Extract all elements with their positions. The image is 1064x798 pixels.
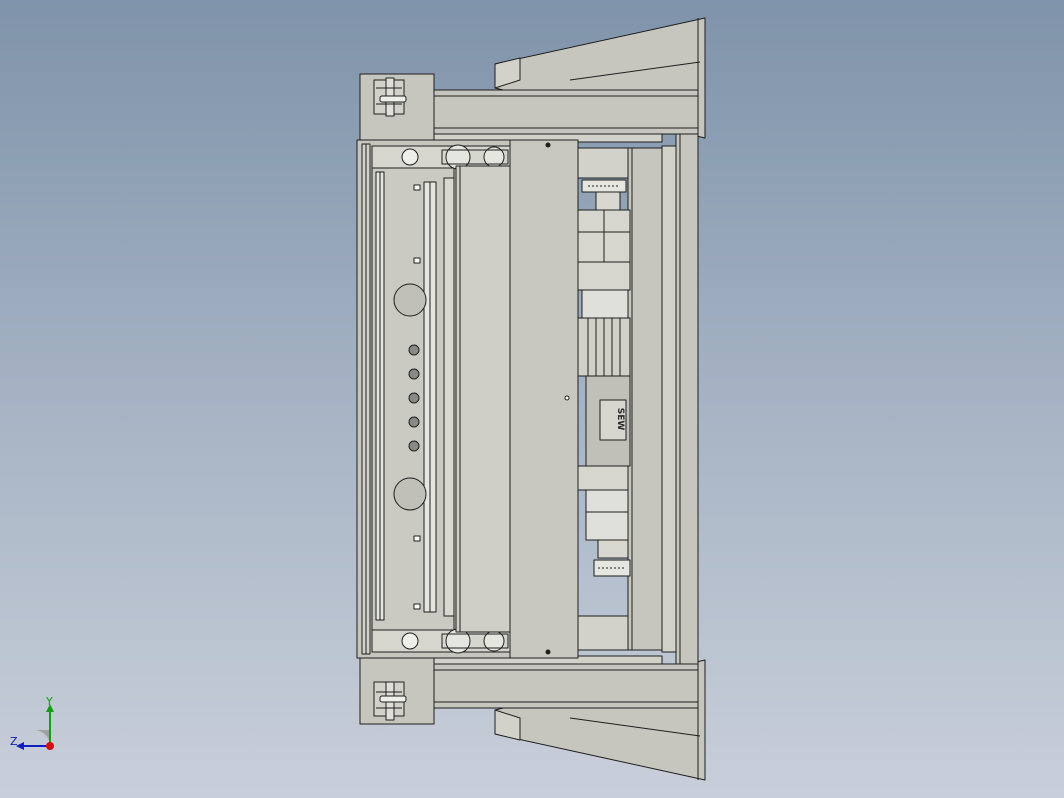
top-left-clamp-block <box>359 73 435 141</box>
x-axis-dot <box>46 742 54 750</box>
bottom-roller-assembly <box>371 628 513 654</box>
top-beam <box>431 89 699 143</box>
triad-graphic <box>16 704 54 750</box>
front-panel <box>509 139 579 659</box>
cover-plate <box>455 165 511 633</box>
y-axis-label: Y <box>46 695 53 708</box>
z-axis-label: Z <box>10 735 18 748</box>
motor-brand-label: SEW <box>615 407 625 431</box>
axis-triad[interactable]: Y Z <box>10 696 70 760</box>
cad-viewport[interactable]: SEW Y Z <box>0 0 1064 798</box>
top-roller-assembly <box>371 144 513 170</box>
bottom-left-clamp-block <box>359 657 435 725</box>
bottom-beam <box>431 655 699 709</box>
machine-drawing <box>356 17 706 781</box>
gear-motor <box>577 179 631 577</box>
